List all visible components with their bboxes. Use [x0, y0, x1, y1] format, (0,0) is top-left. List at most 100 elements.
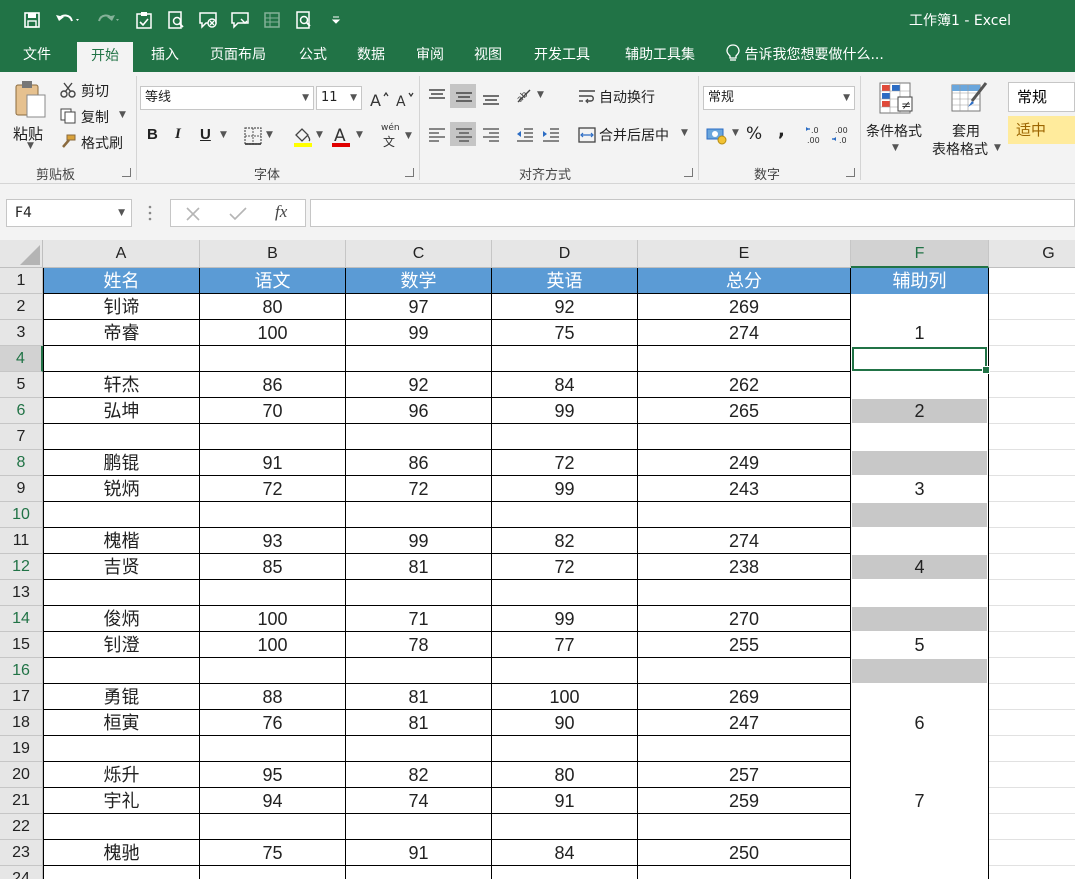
table-cell[interactable]: 249: [638, 450, 851, 476]
table-cell[interactable]: 81: [346, 710, 492, 736]
helper-cell[interactable]: [852, 451, 987, 475]
table-cell[interactable]: [492, 866, 638, 879]
underline-dropdown-icon[interactable]: ▼: [220, 130, 227, 140]
tab-page-layout[interactable]: 页面布局: [200, 40, 276, 72]
table-cell[interactable]: 宇礼: [43, 788, 200, 814]
row-header[interactable]: 18: [0, 710, 43, 736]
table-cell[interactable]: 100: [200, 320, 346, 346]
align-left-button[interactable]: [424, 122, 448, 146]
helper-cell[interactable]: 7: [852, 789, 987, 813]
align-center-button[interactable]: [450, 122, 476, 146]
table-cell[interactable]: 96: [346, 398, 492, 424]
grid-cell[interactable]: [989, 866, 1075, 879]
table-cell[interactable]: 99: [346, 320, 492, 346]
table-cell[interactable]: 247: [638, 710, 851, 736]
table-cell[interactable]: 烁升: [43, 762, 200, 788]
helper-cell[interactable]: [852, 659, 987, 683]
grid-cell[interactable]: [989, 814, 1075, 840]
grid-cell[interactable]: [989, 710, 1075, 736]
grid-cell[interactable]: [989, 372, 1075, 398]
helper-cell[interactable]: [852, 581, 987, 605]
table-cell[interactable]: 72: [492, 450, 638, 476]
helper-cell[interactable]: [852, 503, 987, 527]
table-cell[interactable]: 257: [638, 762, 851, 788]
row-header[interactable]: 22: [0, 814, 43, 840]
row-header[interactable]: 13: [0, 580, 43, 606]
table-cell[interactable]: 78: [346, 632, 492, 658]
helper-cell[interactable]: 6: [852, 711, 987, 735]
row-header[interactable]: 21: [0, 788, 43, 814]
grid-cell[interactable]: [989, 684, 1075, 710]
grid-cell[interactable]: [989, 840, 1075, 866]
font-name-combo[interactable]: 等线 ▼: [140, 86, 314, 110]
table-cell[interactable]: [43, 346, 200, 372]
table-cell[interactable]: 85: [200, 554, 346, 580]
row-header[interactable]: 10: [0, 502, 43, 528]
table-cell[interactable]: [43, 658, 200, 684]
table-cell[interactable]: [492, 502, 638, 528]
select-all-corner[interactable]: [0, 240, 43, 268]
table-cell[interactable]: 72: [492, 554, 638, 580]
table-cell[interactable]: 250: [638, 840, 851, 866]
percent-style-button[interactable]: %: [746, 124, 762, 144]
find-button[interactable]: [290, 6, 318, 34]
table-cell[interactable]: [492, 736, 638, 762]
table-cell[interactable]: [43, 424, 200, 450]
tab-home[interactable]: 开始: [77, 42, 133, 72]
table-cell[interactable]: [200, 346, 346, 372]
number-launcher-icon[interactable]: [846, 168, 855, 177]
increase-indent-button[interactable]: [538, 122, 562, 146]
grid-cell[interactable]: [989, 632, 1075, 658]
table-cell[interactable]: 80: [200, 294, 346, 320]
table-cell[interactable]: [638, 814, 851, 840]
table-cell[interactable]: [200, 866, 346, 879]
table-cell[interactable]: 274: [638, 528, 851, 554]
helper-cell[interactable]: 3: [852, 477, 987, 501]
orientation-button[interactable]: ab ▼: [512, 84, 548, 108]
table-cell[interactable]: 80: [492, 762, 638, 788]
align-bottom-button[interactable]: [478, 84, 502, 108]
comment-new-button[interactable]: [226, 6, 254, 34]
column-header-a[interactable]: A: [43, 240, 200, 268]
grid-cell[interactable]: [989, 320, 1075, 346]
redo-button[interactable]: [90, 6, 126, 34]
table-cell[interactable]: 81: [346, 554, 492, 580]
grid-cell[interactable]: [989, 736, 1075, 762]
table-cell[interactable]: 吉贤: [43, 554, 200, 580]
table-cell[interactable]: 255: [638, 632, 851, 658]
table-cell[interactable]: 91: [200, 450, 346, 476]
helper-cell[interactable]: [852, 685, 987, 709]
grid-cell[interactable]: [989, 450, 1075, 476]
table-cell[interactable]: 77: [492, 632, 638, 658]
table-cell[interactable]: [638, 658, 851, 684]
table-cell[interactable]: 95: [200, 762, 346, 788]
table-cell[interactable]: 88: [200, 684, 346, 710]
table-cell[interactable]: 钊谛: [43, 294, 200, 320]
helper-header-cell[interactable]: 辅助列: [851, 268, 989, 294]
table-cell[interactable]: 92: [346, 372, 492, 398]
helper-cell[interactable]: [852, 737, 987, 761]
grid-cell[interactable]: [989, 658, 1075, 684]
grid-cell[interactable]: [989, 398, 1075, 424]
number-format-combo[interactable]: 常规 ▼: [703, 86, 855, 110]
table-cell[interactable]: 76: [200, 710, 346, 736]
table-cell[interactable]: 93: [200, 528, 346, 554]
table-cell[interactable]: [638, 346, 851, 372]
table-cell[interactable]: 270: [638, 606, 851, 632]
wrap-text-button[interactable]: 自动换行: [574, 84, 664, 108]
table-cell[interactable]: [492, 658, 638, 684]
table-cell[interactable]: 86: [346, 450, 492, 476]
tab-helper-tools[interactable]: 辅助工具集: [612, 40, 708, 72]
decrease-decimal-button[interactable]: .00.0: [829, 122, 853, 146]
row-header[interactable]: 11: [0, 528, 43, 554]
table-cell[interactable]: [346, 866, 492, 879]
row-header[interactable]: 15: [0, 632, 43, 658]
grid-cell[interactable]: [989, 268, 1075, 294]
row-header[interactable]: 16: [0, 658, 43, 684]
table-cell[interactable]: 75: [200, 840, 346, 866]
table-cell[interactable]: 94: [200, 788, 346, 814]
table-cell[interactable]: [638, 866, 851, 879]
table-cell[interactable]: 99: [492, 606, 638, 632]
font-color-dropdown-icon[interactable]: ▼: [356, 130, 363, 140]
clipboard-launcher-icon[interactable]: [122, 168, 131, 177]
